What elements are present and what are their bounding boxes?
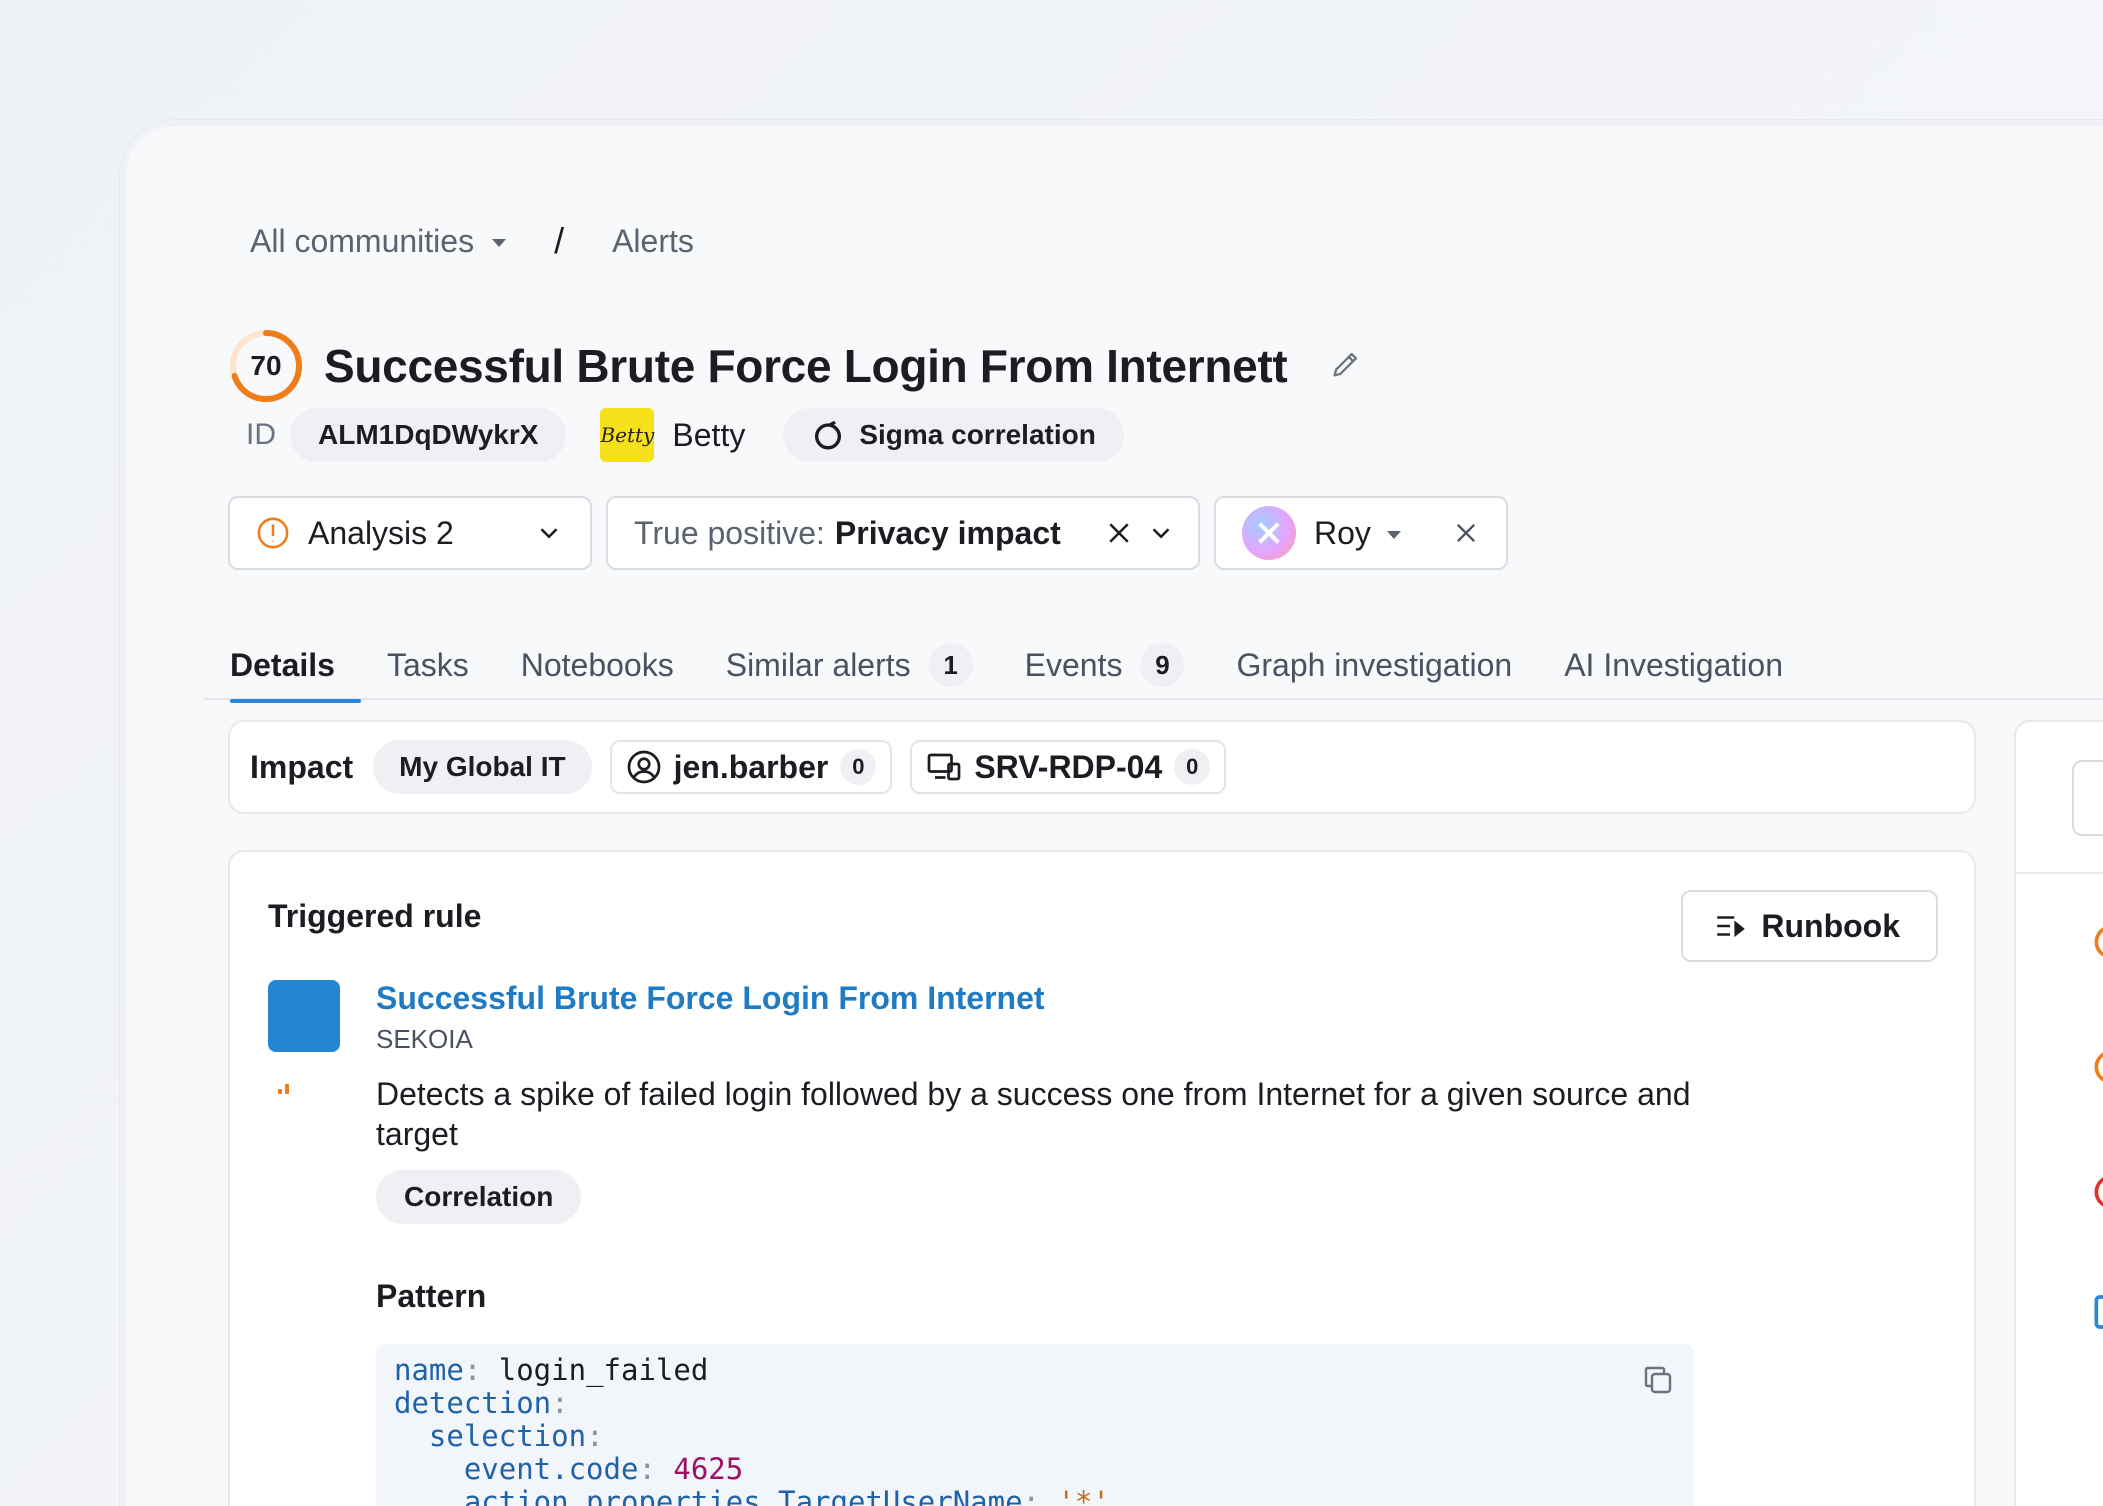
- code-value: 4625: [673, 1452, 744, 1486]
- rule-vendor: SEKOIA: [376, 1024, 473, 1054]
- tab-count: 1: [928, 643, 973, 687]
- entity-badge[interactable]: My Global IT: [373, 740, 592, 794]
- close-icon[interactable]: [1452, 519, 1480, 547]
- verdict-dropdown[interactable]: True positive: Privacy impact: [606, 496, 1200, 570]
- community-label: All communities: [250, 222, 475, 259]
- assignee-dropdown[interactable]: Roy: [1214, 496, 1508, 570]
- side-panel-input[interactable]: [2072, 760, 2103, 836]
- runbook-button[interactable]: Runbook: [1681, 890, 1938, 962]
- chevron-down-icon: [540, 528, 558, 539]
- assignee-name: Roy: [1314, 514, 1371, 551]
- tab-label: Events: [1024, 646, 1123, 683]
- tab-notebooks[interactable]: Notebooks: [495, 630, 700, 700]
- triggered-rule-card: Triggered rule Runbook Successful Brute …: [228, 850, 1976, 1506]
- impact-bar: Impact My Global IT jen.barber 0 SRV-RDP…: [228, 720, 1976, 814]
- tab-label: Tasks: [386, 646, 469, 683]
- user-count: 0: [840, 749, 877, 785]
- code-key: name: [394, 1353, 464, 1387]
- id-label: ID: [246, 418, 276, 451]
- code-value: '*': [1057, 1485, 1110, 1506]
- tab-label: AI Investigation: [1564, 646, 1783, 683]
- impact-label: Impact: [250, 748, 354, 785]
- breadcrumb-alerts-link[interactable]: Alerts: [612, 223, 694, 260]
- pencil-icon[interactable]: [1329, 347, 1363, 386]
- score-value: 70: [250, 350, 282, 381]
- code-value: login_failed: [498, 1353, 709, 1387]
- tab-similar-alerts[interactable]: Similar alerts 1: [700, 630, 999, 700]
- document-icon: [2094, 1295, 2103, 1329]
- chevron-down-icon: [1152, 528, 1170, 539]
- status-circle-icon: [2094, 927, 2103, 957]
- code-key: selection: [428, 1419, 587, 1453]
- severity-bars-icon: [278, 1084, 289, 1094]
- owner-community: Betty Betty: [600, 408, 745, 462]
- verdict-prefix: True positive:: [634, 514, 825, 551]
- rule-logo: [268, 980, 340, 1052]
- owner-name: Betty: [672, 416, 746, 453]
- alert-controls: Analysis 2 True positive: Privacy impact…: [228, 496, 1508, 570]
- tab-ai-investigation[interactable]: AI Investigation: [1538, 630, 1809, 700]
- status-circle-icon: [2094, 1177, 2103, 1207]
- tab-details[interactable]: Details: [204, 630, 361, 703]
- triggered-rule-heading: Triggered rule: [268, 898, 482, 934]
- warning-circle-icon: [257, 517, 289, 549]
- tab-bar: Details Tasks Notebooks Similar alerts 1 …: [204, 630, 2103, 703]
- close-icon[interactable]: [1104, 518, 1134, 548]
- user-circle-icon: [627, 750, 660, 784]
- copy-icon[interactable]: [1640, 1362, 1676, 1405]
- alert-id-badge[interactable]: ALM1DqDWykrX: [290, 408, 567, 462]
- tab-label: Similar alerts: [725, 646, 911, 683]
- tab-label: Notebooks: [520, 646, 674, 683]
- code-key: event.code: [463, 1452, 639, 1486]
- code-key: action.properties.TargetUserName: [463, 1485, 1023, 1506]
- pattern-code-block: name: login_failed detection: selection:…: [376, 1344, 1694, 1506]
- rule-description: Detects a spike of failed login followed…: [376, 1076, 1691, 1152]
- devices-icon: [927, 753, 961, 781]
- tab-label: Graph investigation: [1236, 646, 1513, 683]
- code-key: detection: [394, 1386, 552, 1420]
- verdict-value: Privacy impact: [834, 514, 1061, 551]
- alert-meta-row: ID ALM1DqDWykrX Betty Betty Sigma correl…: [246, 408, 1124, 462]
- pattern-label: Pattern: [376, 1278, 487, 1314]
- divider: [2016, 872, 2103, 874]
- correlation-icon: [815, 420, 842, 450]
- status-value: Analysis 2: [308, 514, 454, 551]
- runbook-icon: [1717, 916, 1746, 938]
- alert-title-row: 70 Successful Brute Force Login From Int…: [228, 328, 1363, 404]
- status-dropdown[interactable]: Analysis 2: [228, 496, 592, 570]
- impacted-user-name: jen.barber: [673, 748, 829, 785]
- rule-name-link[interactable]: Successful Brute Force Login From Intern…: [376, 980, 1045, 1017]
- runbook-label: Runbook: [1761, 907, 1900, 944]
- host-count: 0: [1174, 749, 1211, 785]
- tab-count: 9: [1140, 643, 1185, 687]
- page-title: Successful Brute Force Login From Intern…: [324, 340, 1288, 392]
- tab-events[interactable]: Events 9: [999, 630, 1211, 700]
- urgency-score: 70: [228, 328, 304, 404]
- breadcrumb-separator: /: [554, 220, 565, 261]
- betty-logo: Betty: [600, 408, 655, 462]
- source-badge: Sigma correlation: [783, 408, 1124, 462]
- rule-type-tag: Correlation: [376, 1170, 582, 1224]
- caret-down-icon: [492, 239, 507, 247]
- impacted-host-chip[interactable]: SRV-RDP-04 0: [910, 740, 1227, 794]
- breadcrumb: All communities / Alerts: [250, 220, 694, 262]
- status-circle-icon: [2094, 1052, 2103, 1082]
- impacted-host-name: SRV-RDP-04: [974, 748, 1163, 785]
- tab-label: Details: [230, 646, 335, 683]
- community-selector[interactable]: All communities: [250, 222, 507, 260]
- avatar: [1242, 506, 1296, 560]
- source-label: Sigma correlation: [859, 419, 1096, 450]
- impacted-user-chip[interactable]: jen.barber 0: [609, 740, 893, 794]
- tab-tasks[interactable]: Tasks: [361, 630, 495, 700]
- caret-down-icon: [1386, 531, 1401, 539]
- side-panel: [2014, 720, 2103, 1506]
- tab-graph-investigation[interactable]: Graph investigation: [1210, 630, 1538, 700]
